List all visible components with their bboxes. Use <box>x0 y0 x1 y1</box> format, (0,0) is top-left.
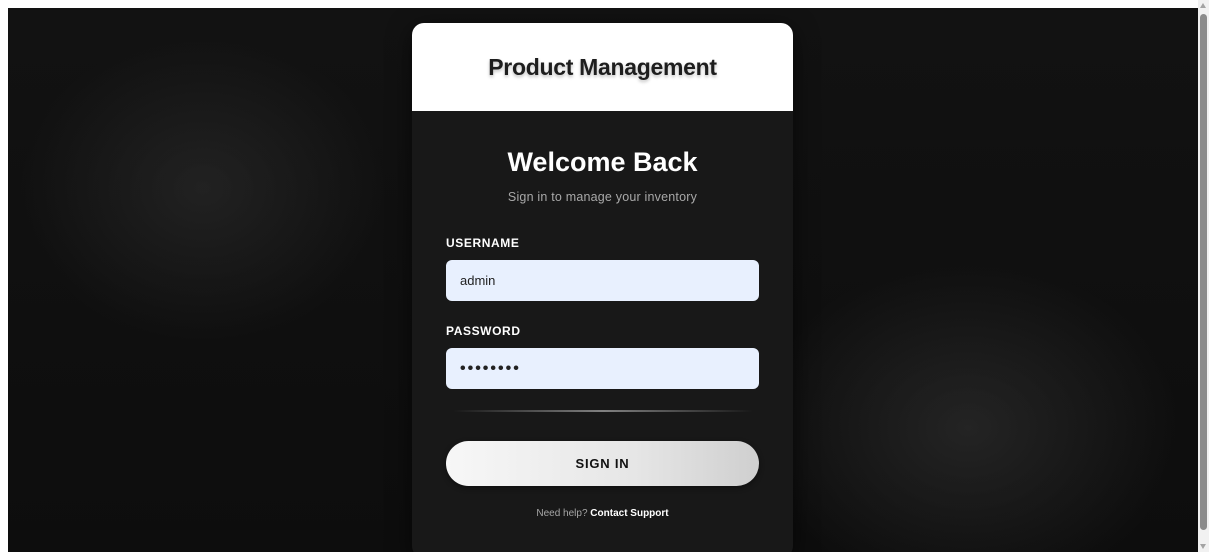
card-header: Product Management <box>412 23 793 111</box>
password-input[interactable]: •••••••• <box>446 348 759 389</box>
app-title: Product Management <box>488 53 717 80</box>
welcome-subtitle: Sign in to manage your inventory <box>507 190 698 204</box>
username-input[interactable]: admin <box>446 260 759 301</box>
help-text: Need help? Contact Support <box>446 508 759 519</box>
contact-support-link[interactable]: Contact Support <box>590 508 668 519</box>
scroll-down-arrow-icon[interactable] <box>1200 544 1206 549</box>
scrollbar-thumb[interactable] <box>1200 14 1207 530</box>
welcome-heading: Welcome Back <box>507 147 698 177</box>
scroll-up-arrow-icon[interactable] <box>1200 3 1206 8</box>
page-background: Product Management Welcome Back Sign in … <box>8 8 1198 552</box>
password-label: PASSWORD <box>446 324 521 338</box>
form-divider <box>452 410 753 412</box>
login-form: Welcome Back Sign in to manage your inve… <box>412 147 793 519</box>
sign-in-button[interactable]: SIGN IN <box>446 441 759 486</box>
username-label: USERNAME <box>446 236 520 250</box>
help-prompt: Need help? <box>536 508 588 519</box>
login-card: Product Management Welcome Back Sign in … <box>412 23 793 552</box>
vertical-scrollbar[interactable] <box>1198 0 1209 552</box>
